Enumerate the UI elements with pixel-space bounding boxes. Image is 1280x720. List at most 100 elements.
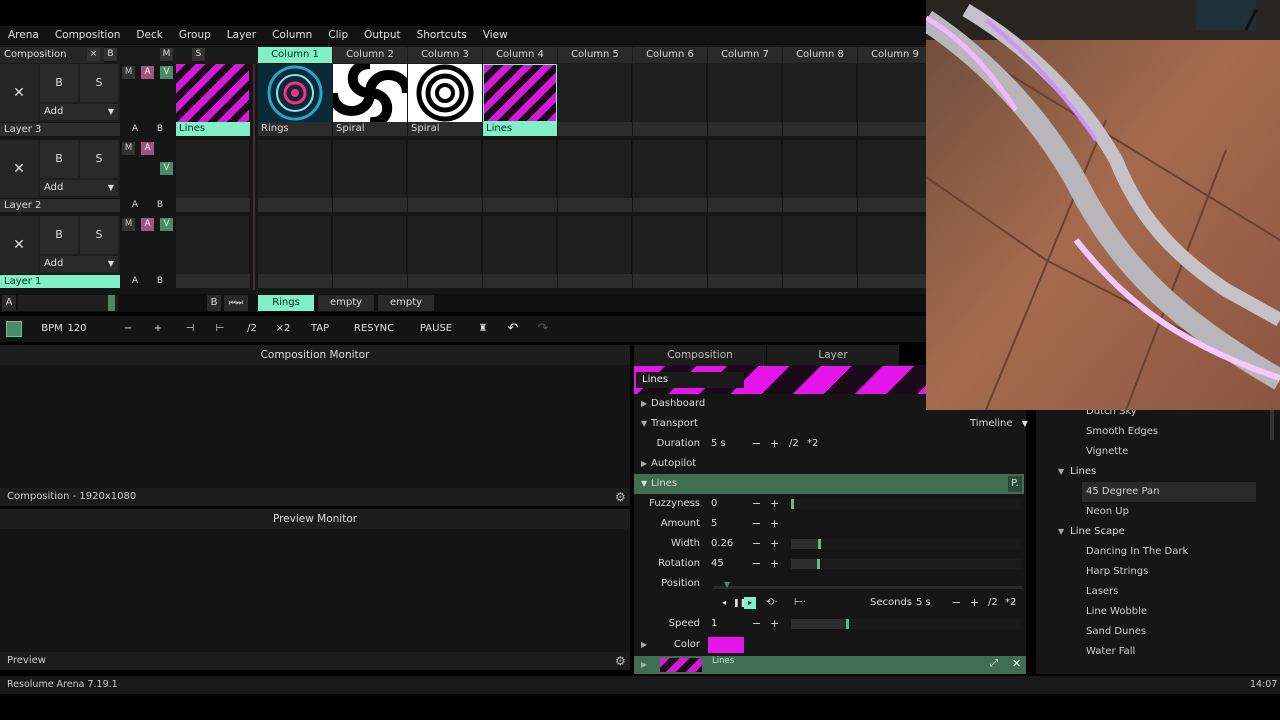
layer-bypass-button[interactable]: B xyxy=(40,140,78,178)
clip-name[interactable]: Lines xyxy=(636,372,744,388)
duration-double-button[interactable]: *2 xyxy=(807,434,818,454)
speed-slider[interactable] xyxy=(791,619,1021,629)
composition-master-button[interactable]: M xyxy=(160,48,173,61)
layer-audio-button[interactable]: A xyxy=(141,66,154,79)
browser-item[interactable]: Water Fall xyxy=(1086,642,1135,662)
param-slider[interactable] xyxy=(791,499,1021,509)
clip-slot[interactable] xyxy=(708,216,782,274)
menu-composition[interactable]: Composition xyxy=(47,29,129,41)
play-forward-icon[interactable]: ▸ xyxy=(744,597,756,609)
browser-item[interactable]: Dancing In The Dark xyxy=(1086,542,1188,562)
deck-tab[interactable]: Rings xyxy=(258,295,314,311)
clip-slot[interactable] xyxy=(483,140,557,198)
clip-slot[interactable] xyxy=(558,64,632,122)
layer-mask-button[interactable]: M xyxy=(122,66,135,79)
preview-monitor-gear-icon[interactable]: ⚙ xyxy=(615,654,626,668)
column-header-1[interactable]: Column 1 xyxy=(258,47,332,63)
expand-icon[interactable]: ▶ xyxy=(641,660,647,669)
undo-icon[interactable]: ↶ xyxy=(504,321,522,337)
layer-clear-icon[interactable]: ✕ xyxy=(0,140,38,198)
browser-item[interactable]: Sand Dunes xyxy=(1086,622,1146,642)
effect-header[interactable]: ▼ Lines P. xyxy=(634,474,1024,494)
param-minus-button[interactable]: − xyxy=(752,494,761,514)
layer-video-button[interactable]: V xyxy=(160,66,173,79)
layer-video-button[interactable]: V xyxy=(160,162,173,175)
layer-crossfade-b[interactable]: B xyxy=(153,275,167,288)
menu-deck[interactable]: Deck xyxy=(128,29,170,41)
layer-audio-button[interactable]: A xyxy=(141,218,154,231)
bpm-plus-button[interactable]: + xyxy=(148,321,168,337)
browser-scrollbar[interactable] xyxy=(1270,410,1274,440)
browser-item[interactable]: 45 Degree Pan xyxy=(1082,482,1256,502)
menu-column[interactable]: Column xyxy=(264,29,320,41)
composition-monitor-gear-icon[interactable]: ⚙ xyxy=(615,490,626,504)
pause-button[interactable]: PAUSE xyxy=(416,321,456,337)
layer-name[interactable]: Layer 2 xyxy=(0,199,120,212)
param-plus-button[interactable]: + xyxy=(770,494,779,514)
effect-preset-button[interactable]: P. xyxy=(1008,476,1022,492)
resync-button[interactable]: RESYNC xyxy=(350,321,398,337)
param-minus-button[interactable]: − xyxy=(752,514,761,534)
bpm-half-button[interactable]: /2 xyxy=(242,321,262,337)
speed-plus-button[interactable]: + xyxy=(770,614,779,634)
timeline-select[interactable]: Timeline ▼ xyxy=(970,414,1028,434)
bpm-minus-button[interactable]: − xyxy=(118,321,138,337)
param-minus-button[interactable]: − xyxy=(752,534,761,554)
layer-add-dropdown[interactable]: Add ▼ xyxy=(40,256,118,272)
column-header-3[interactable]: Column 3 xyxy=(408,47,482,63)
clip-slot[interactable] xyxy=(558,140,632,198)
layer-video-button[interactable]: V xyxy=(160,218,173,231)
maximize-icon[interactable]: ⤢ xyxy=(990,658,998,669)
layer-add-dropdown[interactable]: Add ▼ xyxy=(40,180,118,196)
crossfader[interactable] xyxy=(18,295,118,311)
layer-bypass-button[interactable]: B xyxy=(40,216,78,254)
clip-slot[interactable] xyxy=(858,64,932,122)
close-icon[interactable]: ✕ xyxy=(1012,657,1021,670)
layer-name[interactable]: Layer 3 xyxy=(0,123,120,136)
clip-slot[interactable] xyxy=(633,216,707,274)
browser-group-line-scape[interactable]: ▼ Line Scape xyxy=(1058,522,1125,542)
column-header-7[interactable]: Column 7 xyxy=(708,47,782,63)
color-swatch[interactable] xyxy=(708,637,744,653)
clip-slot[interactable] xyxy=(483,216,557,274)
deck-tab[interactable]: empty xyxy=(378,295,434,311)
clip-slot[interactable] xyxy=(783,64,857,122)
layer-clear-icon[interactable]: ✕ xyxy=(0,64,38,122)
browser-group-lines[interactable]: ▼ Lines xyxy=(1058,462,1096,482)
layer-bypass-button[interactable]: B xyxy=(40,64,78,102)
param-slider-knob[interactable] xyxy=(817,559,820,569)
duration-half-button[interactable]: /2 xyxy=(789,434,799,454)
browser-item[interactable]: Smooth Edges xyxy=(1086,422,1158,442)
tab-layer[interactable]: Layer xyxy=(767,345,899,365)
layer-clear-icon[interactable]: ✕ xyxy=(0,216,38,274)
tab-composition[interactable]: Composition xyxy=(634,345,766,365)
menu-layer[interactable]: Layer xyxy=(219,29,264,41)
deck-tab[interactable]: empty xyxy=(318,295,374,311)
layer-mask-button[interactable]: M xyxy=(122,218,135,231)
layer-crossfade-a[interactable]: A xyxy=(128,199,142,212)
clip-slot[interactable] xyxy=(408,216,482,274)
seconds-plus-button[interactable]: + xyxy=(970,593,979,613)
position-slider[interactable] xyxy=(714,586,1022,589)
param-minus-button[interactable]: − xyxy=(752,554,761,574)
tap-button[interactable]: TAP xyxy=(304,321,336,337)
layer-add-dropdown[interactable]: Add ▼ xyxy=(40,104,118,120)
position-marker-icon[interactable]: ▼ xyxy=(724,575,730,595)
speed-value[interactable]: 1 xyxy=(711,614,717,634)
clip-slot[interactable] xyxy=(708,140,782,198)
clip-slot[interactable] xyxy=(333,216,407,274)
browser-item[interactable]: Harp Strings xyxy=(1086,562,1148,582)
metronome-icon[interactable]: ♜ xyxy=(474,321,492,337)
redo-icon[interactable]: ↷ xyxy=(534,321,552,337)
layer-active-clip-slot[interactable] xyxy=(176,216,250,274)
column-header-2[interactable]: Column 2 xyxy=(333,47,407,63)
layer-crossfade-a[interactable]: A xyxy=(128,123,142,136)
bpm-value[interactable]: 120 xyxy=(66,321,88,337)
param-value[interactable]: 0 xyxy=(711,494,717,514)
param-slider-knob[interactable] xyxy=(818,539,821,549)
clip-slot[interactable] xyxy=(858,140,932,198)
browser-item[interactable]: Neon Up xyxy=(1086,502,1129,522)
column-header-6[interactable]: Column 6 xyxy=(633,47,707,63)
clip-slot[interactable] xyxy=(858,216,932,274)
layer-mask-button[interactable]: M xyxy=(122,142,135,155)
